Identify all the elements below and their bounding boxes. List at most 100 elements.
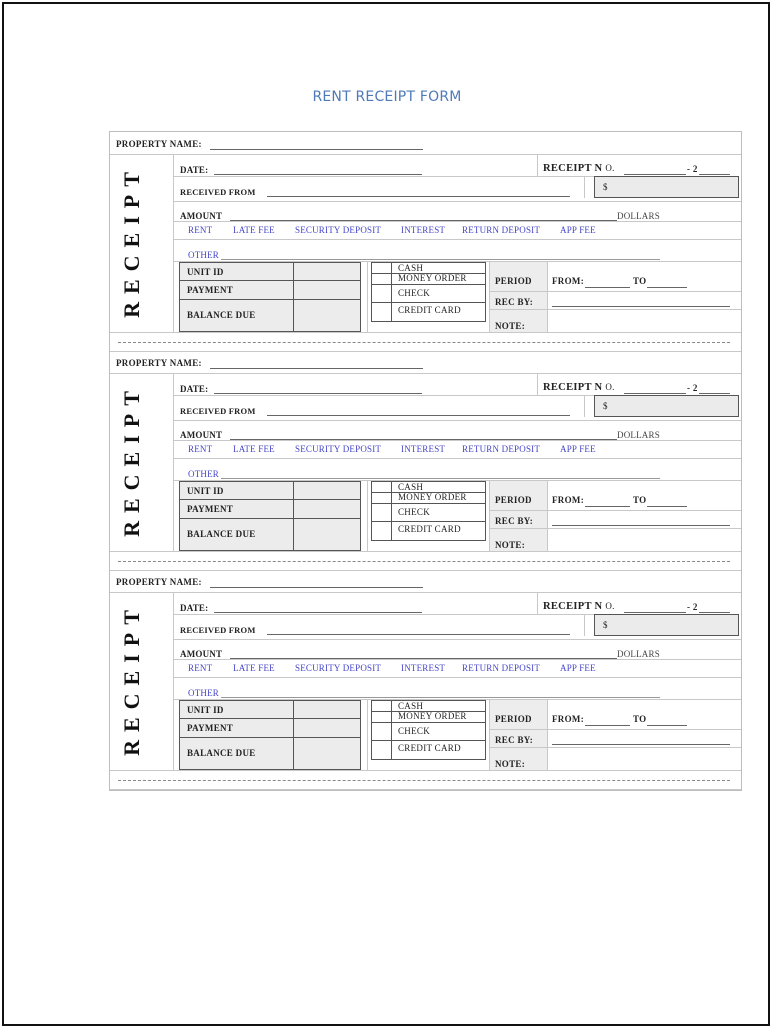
divider	[110, 770, 741, 771]
credit-card-checkbox[interactable]	[373, 741, 390, 758]
divider	[173, 420, 741, 421]
balance-due-field[interactable]	[294, 738, 360, 769]
category-interest[interactable]: INTEREST	[401, 444, 445, 454]
to-label: TO	[633, 714, 647, 724]
other-field[interactable]	[221, 259, 660, 260]
form-title: RENT RECEIPT FORM	[312, 89, 462, 105]
category-rent[interactable]: RENT	[188, 444, 212, 454]
property-name-field[interactable]	[210, 368, 423, 369]
receipt-suffix-field[interactable]	[699, 612, 730, 613]
category-app-fee[interactable]: APP FEE	[560, 663, 596, 673]
divider	[173, 440, 741, 441]
note-field[interactable]	[547, 310, 741, 331]
category-other[interactable]: OTHER	[188, 688, 219, 698]
date-field[interactable]	[214, 393, 422, 394]
check-checkbox[interactable]	[373, 286, 390, 302]
payment-label: PAYMENT	[187, 723, 234, 733]
cash-checkbox[interactable]	[373, 264, 390, 273]
from-label: FROM:	[552, 495, 584, 505]
category-return-deposit[interactable]: RETURN DEPOSIT	[462, 663, 540, 673]
cash-checkbox[interactable]	[373, 702, 390, 711]
divider	[173, 659, 741, 660]
category-other[interactable]: OTHER	[188, 469, 219, 479]
check-checkbox[interactable]	[373, 505, 390, 521]
receipt-suffix-field[interactable]	[699, 174, 730, 175]
category-interest[interactable]: INTEREST	[401, 225, 445, 235]
payment-field[interactable]	[294, 719, 360, 737]
divider	[584, 176, 585, 198]
category-rent[interactable]: RENT	[188, 225, 212, 235]
property-name-field[interactable]	[210, 149, 423, 150]
category-security-deposit[interactable]: SECURITY DEPOSIT	[295, 663, 381, 673]
property-name-field[interactable]	[210, 587, 423, 588]
period-to-field[interactable]	[647, 287, 687, 288]
payment-field[interactable]	[294, 281, 360, 299]
amount-numeric-field[interactable]: $	[594, 176, 739, 198]
date-field[interactable]	[214, 612, 422, 613]
category-security-deposit[interactable]: SECURITY DEPOSIT	[295, 444, 381, 454]
rec-by-label: REC BY:	[495, 297, 534, 307]
credit-card-checkbox[interactable]	[373, 522, 390, 539]
category-return-deposit[interactable]: RETURN DEPOSIT	[462, 225, 540, 235]
unit-id-field[interactable]	[294, 263, 360, 280]
credit-card-label: CREDIT CARD	[398, 305, 461, 315]
note-field[interactable]	[547, 529, 741, 550]
category-rent[interactable]: RENT	[188, 663, 212, 673]
rec-by-field[interactable]	[552, 306, 730, 307]
money-order-checkbox[interactable]	[373, 494, 390, 503]
amount-numeric-field[interactable]: $	[594, 395, 739, 417]
date-field[interactable]	[214, 174, 422, 175]
money-order-checkbox[interactable]	[373, 275, 390, 284]
period-to-field[interactable]	[647, 725, 687, 726]
received-from-label: RECEIVED FROM	[180, 625, 256, 635]
divider	[173, 592, 174, 770]
divider	[367, 261, 368, 332]
receipt-form: PROPERTY NAME: RECEIPT DATE: RECEIPT N O…	[109, 131, 742, 791]
period-from-field[interactable]	[585, 725, 630, 726]
divider	[110, 373, 741, 374]
vertical-receipt-label: RECEIPT	[119, 601, 145, 756]
receipt-block-3: PROPERTY NAME: RECEIPT DATE: RECEIPT N O…	[110, 570, 741, 790]
rec-by-field[interactable]	[552, 744, 730, 745]
summary-table: UNIT ID PAYMENT BALANCE DUE	[179, 262, 361, 332]
payment-field[interactable]	[294, 500, 360, 518]
cash-checkbox[interactable]	[373, 483, 390, 492]
receipt-number-field[interactable]	[624, 174, 686, 175]
divider	[173, 201, 741, 202]
other-field[interactable]	[221, 478, 660, 479]
period-from-field[interactable]	[585, 506, 630, 507]
category-other[interactable]: OTHER	[188, 250, 219, 260]
note-field[interactable]	[547, 748, 741, 769]
from-label: FROM:	[552, 276, 584, 286]
category-app-fee[interactable]: APP FEE	[560, 225, 596, 235]
category-late-fee[interactable]: LATE FEE	[233, 444, 275, 454]
other-field[interactable]	[221, 697, 660, 698]
receipt-number-field[interactable]	[624, 393, 686, 394]
balance-due-field[interactable]	[294, 300, 360, 331]
rec-by-field[interactable]	[552, 525, 730, 526]
category-late-fee[interactable]: LATE FEE	[233, 663, 275, 673]
money-order-checkbox[interactable]	[373, 713, 390, 722]
credit-card-checkbox[interactable]	[373, 303, 390, 320]
category-late-fee[interactable]: LATE FEE	[233, 225, 275, 235]
period-to-field[interactable]	[647, 506, 687, 507]
receipt-number-field[interactable]	[624, 612, 686, 613]
period-from-field[interactable]	[585, 287, 630, 288]
received-from-field[interactable]	[267, 415, 570, 416]
amount-numeric-field[interactable]: $	[594, 614, 739, 636]
unit-id-field[interactable]	[294, 482, 360, 499]
received-from-field[interactable]	[267, 634, 570, 635]
divider	[110, 332, 741, 333]
balance-due-field[interactable]	[294, 519, 360, 550]
received-from-field[interactable]	[267, 196, 570, 197]
divider	[110, 551, 741, 552]
divider	[173, 395, 594, 396]
check-checkbox[interactable]	[373, 724, 390, 740]
category-app-fee[interactable]: APP FEE	[560, 444, 596, 454]
category-return-deposit[interactable]: RETURN DEPOSIT	[462, 444, 540, 454]
receipt-suffix-field[interactable]	[699, 393, 730, 394]
category-security-deposit[interactable]: SECURITY DEPOSIT	[295, 225, 381, 235]
amount-label: AMOUNT	[180, 649, 223, 659]
unit-id-field[interactable]	[294, 701, 360, 718]
category-interest[interactable]: INTEREST	[401, 663, 445, 673]
